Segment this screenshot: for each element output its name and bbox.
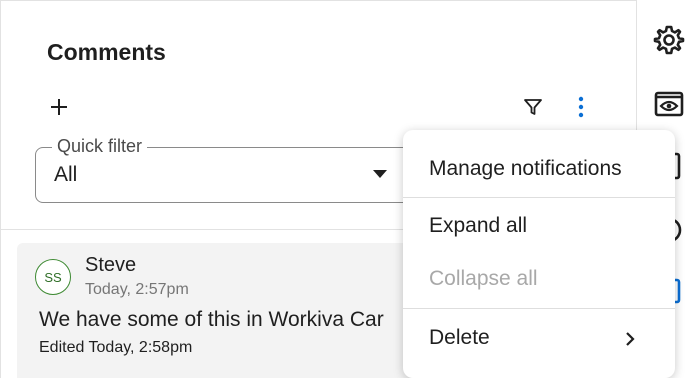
more-options-menu: Manage notifications Expand all Collapse… <box>403 130 675 378</box>
more-vertical-icon <box>578 96 584 118</box>
settings-rail-button[interactable] <box>651 22 687 58</box>
chevron-right-icon <box>626 332 635 346</box>
menu-separator <box>403 197 675 198</box>
menu-item-label: Collapse all <box>429 267 538 290</box>
menu-item-collapse-all: Collapse all <box>403 252 675 306</box>
menu-item-manage-notifications[interactable]: Manage notifications <box>403 142 675 196</box>
comment-text: We have some of this in Workiva Car <box>39 308 384 331</box>
panel-title: Comments <box>47 39 166 65</box>
filter-button[interactable] <box>519 93 547 121</box>
menu-item-label: Delete <box>429 326 490 349</box>
menu-item-expand-all[interactable]: Expand all <box>403 199 675 253</box>
filter-icon <box>524 99 542 115</box>
more-options-button[interactable] <box>567 93 595 121</box>
quick-filter-label: Quick filter <box>52 136 148 157</box>
plus-icon <box>51 99 67 115</box>
comment-timestamp: Today, 2:57pm <box>85 281 189 298</box>
menu-separator <box>403 308 675 309</box>
dropdown-arrow-icon <box>373 170 387 178</box>
menu-item-label: Expand all <box>429 214 528 237</box>
avatar: SS <box>35 259 71 295</box>
comment-edited-note: Edited Today, 2:58pm <box>39 339 193 356</box>
comment-author: Steve <box>85 254 137 276</box>
menu-item-delete[interactable]: Delete <box>403 311 675 365</box>
eye-icon <box>654 91 684 117</box>
app-root: Comments Quick filter All SS Steve Today… <box>0 0 700 378</box>
menu-item-label: Manage notifications <box>429 157 622 180</box>
gear-icon <box>653 25 685 55</box>
add-comment-button[interactable] <box>45 93 73 121</box>
quick-filter-value: All <box>54 163 78 186</box>
quick-filter-select[interactable]: Quick filter All <box>35 136 415 203</box>
preview-rail-button[interactable] <box>651 86 687 122</box>
